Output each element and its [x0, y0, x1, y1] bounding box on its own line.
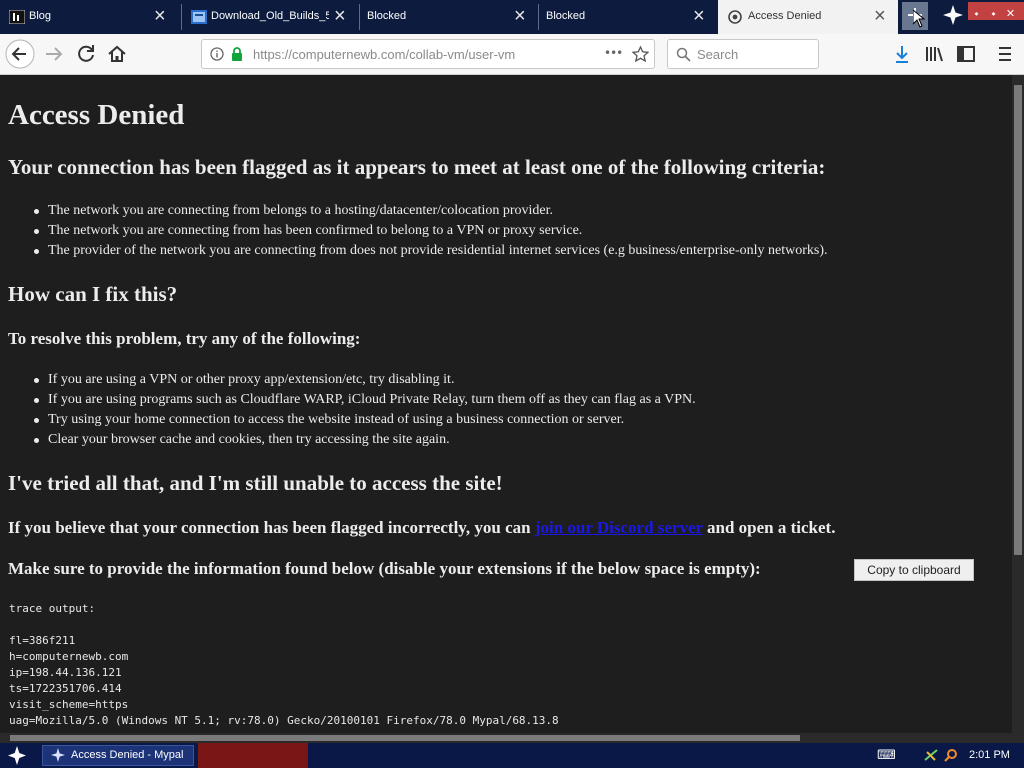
discord-server-link[interactable]: join our Discord server — [535, 518, 703, 537]
home-button[interactable] — [101, 38, 133, 70]
back-button[interactable] — [4, 38, 36, 70]
sidebar-icon[interactable] — [950, 38, 982, 70]
search-placeholder: Search — [697, 47, 739, 62]
list-item: If you are using a VPN or other proxy ap… — [34, 370, 696, 390]
taskbar-window-button[interactable]: Access Denied - Mypal — [42, 745, 194, 766]
tried-heading: I've tried all that, and I'm still unabl… — [8, 471, 503, 495]
copy-to-clipboard-button[interactable]: Copy to clipboard — [854, 559, 974, 581]
browser-star-logo-icon — [51, 748, 65, 762]
taskbar-quicklaunch-area — [198, 743, 308, 768]
taskbar-window-title: Access Denied - Mypal — [71, 749, 184, 761]
tab-bar: Blog × Download_Old_Builds_5_ × Blocked … — [0, 0, 1024, 34]
trace-line: ts=1722351706.414 — [9, 682, 122, 695]
list-item: The network you are connecting from has … — [33, 221, 827, 241]
hamburger-menu-icon[interactable] — [989, 38, 1021, 70]
page-content: Access Denied Your connection has been f… — [0, 75, 1012, 733]
close-tab-icon[interactable]: × — [874, 5, 886, 27]
incorrect-text-post: and open a ticket. — [702, 518, 836, 537]
close-tab-icon[interactable]: × — [693, 5, 705, 27]
system-clock: 2:01 PM — [969, 749, 1010, 761]
trace-line — [9, 617, 559, 633]
criteria-list: The network you are connecting from belo… — [33, 201, 827, 261]
resolution-list: If you are using a VPN or other proxy ap… — [34, 370, 696, 450]
search-bar[interactable]: Search — [667, 39, 819, 69]
trace-line: trace output: — [9, 602, 96, 615]
provide-info-text: Make sure to provide the information fou… — [8, 559, 761, 578]
window-controls: ⬩ ⬩ ✕ — [968, 2, 1024, 20]
download-icon[interactable] — [886, 38, 918, 70]
tab-title: Access Denied — [748, 10, 822, 22]
list-item: The provider of the network you are conn… — [33, 241, 827, 261]
maximize-window-icon[interactable]: ⬩ — [985, 5, 1002, 23]
browser-star-logo-icon — [943, 5, 963, 25]
trace-line: visit_scheme=https — [9, 698, 129, 711]
incorrect-text-pre: If you believe that your connection has … — [8, 518, 535, 537]
tab-title: Blocked — [546, 10, 586, 22]
url-host: https://computernewb.com — [253, 47, 406, 62]
start-button[interactable] — [0, 743, 36, 768]
tab-access-denied[interactable]: Access Denied × — [718, 0, 898, 34]
resolve-heading: To resolve this problem, try any of the … — [8, 329, 361, 348]
flagged-heading: Your connection has been flagged as it a… — [8, 155, 826, 179]
tab-title: Blocked — [367, 10, 407, 22]
tab-blocked-1[interactable]: Blocked × — [360, 0, 538, 34]
address-bar[interactable]: https://computernewb.com/collab-vm/user-… — [201, 39, 655, 69]
bookmark-star-icon[interactable] — [632, 46, 649, 62]
cloud-favicon-icon — [728, 10, 742, 24]
url-path: /collab-vm/user-vm — [405, 47, 516, 62]
tab-blog[interactable]: Blog × — [0, 0, 181, 34]
info-icon[interactable] — [210, 47, 224, 61]
tab-blocked-2[interactable]: Blocked × — [539, 0, 717, 34]
minimize-window-icon[interactable]: ⬩ — [968, 5, 985, 23]
lock-icon — [232, 47, 242, 61]
mouse-cursor-icon — [913, 10, 925, 28]
close-tab-icon[interactable]: × — [514, 5, 526, 27]
trace-line: fl=386f211 — [9, 634, 76, 647]
vertical-scrollbar[interactable] — [1012, 75, 1024, 733]
page-actions-icon[interactable]: ••• — [604, 46, 623, 60]
page-title: Access Denied — [8, 99, 185, 131]
tab-title: Download_Old_Builds_5_ — [211, 10, 329, 22]
close-tab-icon[interactable]: × — [154, 5, 166, 27]
keyboard-icon[interactable]: ⌨ — [877, 747, 896, 763]
trace-output[interactable]: trace output: fl=386f211 h=computernewb.… — [9, 601, 559, 729]
trace-line: uag=Mozilla/5.0 (Windows NT 5.1; rv:78.0… — [9, 714, 559, 727]
list-item: Try using your home connection to access… — [34, 410, 696, 430]
url-text[interactable]: https://computernewb.com/collab-vm/user-… — [253, 47, 515, 62]
list-item: Clear your browser cache and cookies, th… — [34, 430, 696, 450]
system-tray: ⌨ 2:01 PM — [872, 743, 1024, 768]
horizontal-scrollbar[interactable] — [0, 733, 1024, 743]
list-item: The network you are connecting from belo… — [33, 201, 827, 221]
fix-heading: How can I fix this? — [8, 282, 178, 306]
trace-line: ip=198.44.136.121 — [9, 666, 122, 679]
reload-button[interactable] — [70, 38, 102, 70]
scrollbar-thumb[interactable] — [10, 735, 800, 741]
taskbar: Access Denied - Mypal ⌨ 2:01 PM — [0, 743, 1024, 768]
search-tray-icon[interactable] — [944, 748, 958, 762]
forward-button[interactable] — [38, 38, 70, 70]
close-window-icon[interactable]: ✕ — [1002, 5, 1019, 23]
navigation-toolbar: https://computernewb.com/collab-vm/user-… — [0, 34, 1024, 75]
scrollbar-thumb[interactable] — [1014, 85, 1022, 555]
search-icon — [676, 47, 691, 62]
list-item: If you are using programs such as Cloudf… — [34, 390, 696, 410]
network-icon[interactable] — [924, 748, 938, 762]
page-favicon-icon — [191, 10, 207, 24]
incorrect-flag-paragraph: If you believe that your connection has … — [8, 518, 835, 538]
blog-favicon-icon — [9, 10, 25, 24]
close-tab-icon[interactable]: × — [334, 5, 346, 27]
tab-title: Blog — [29, 10, 52, 22]
library-icon[interactable] — [918, 38, 950, 70]
tab-download-old-builds[interactable]: Download_Old_Builds_5_ × — [182, 0, 359, 34]
trace-line: h=computernewb.com — [9, 650, 129, 663]
